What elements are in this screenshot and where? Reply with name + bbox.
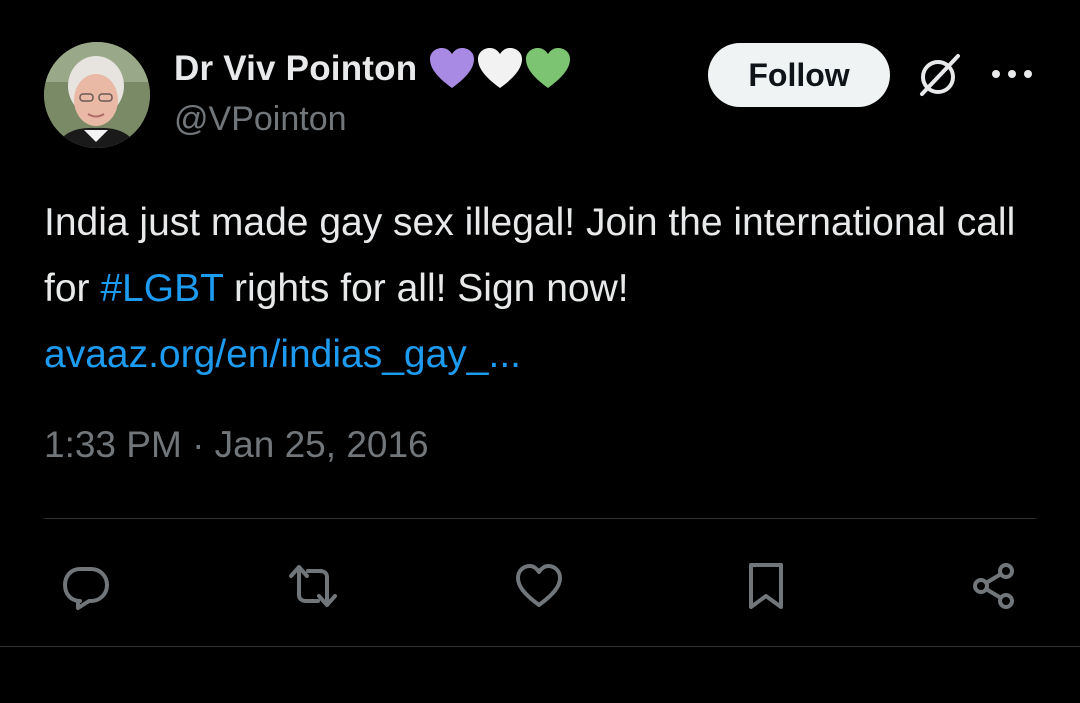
reply-icon (63, 567, 109, 610)
author-display-name[interactable]: Dr Viv Pointon (174, 49, 417, 89)
tweet-text-part2: rights for all! Sign now! (223, 267, 629, 310)
heart-emojis (429, 48, 571, 90)
follow-button[interactable]: Follow (708, 43, 890, 107)
author-name-row: Dr Viv Pointon (174, 46, 571, 92)
like-icon (516, 564, 562, 607)
retweet-icon (289, 565, 337, 607)
divider (44, 518, 1036, 519)
reply-button[interactable] (58, 558, 114, 614)
bookmark-button[interactable] (738, 558, 794, 614)
share-button[interactable] (966, 558, 1022, 614)
author-handle[interactable]: @VPointon (174, 100, 347, 139)
purple-heart-icon (430, 48, 475, 88)
url-link[interactable]: avaaz.org/en/indias_gay_... (44, 333, 521, 376)
grok-icon[interactable] (914, 50, 964, 100)
green-heart-icon (526, 48, 571, 88)
like-button[interactable] (511, 558, 567, 614)
bottom-divider (0, 646, 1080, 647)
retweet-button[interactable] (285, 558, 341, 614)
white-heart-icon (478, 48, 523, 88)
hashtag-link[interactable]: #LGBT (100, 267, 223, 310)
tweet-text: India just made gay sex illegal! Join th… (44, 190, 1034, 388)
tweet-timestamp[interactable]: 1:33 PM · Jan 25, 2016 (44, 424, 429, 466)
avatar[interactable] (44, 42, 150, 148)
bookmark-icon (749, 563, 783, 609)
share-icon (973, 563, 1014, 609)
more-options-icon[interactable] (990, 64, 1034, 84)
